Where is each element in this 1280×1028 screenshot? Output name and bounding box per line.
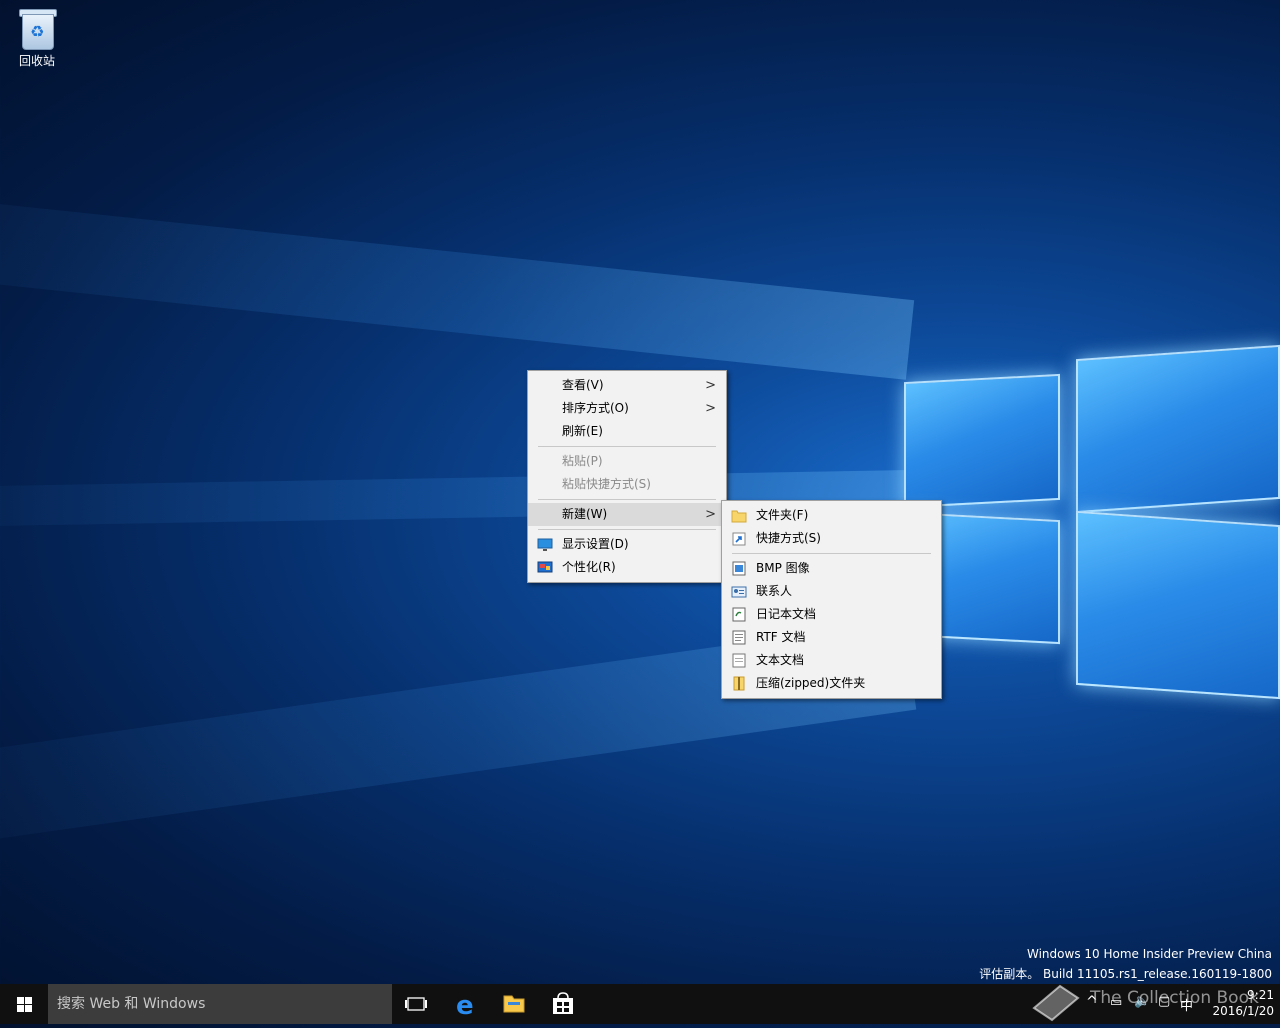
submenu-item-contact[interactable]: 联系人 (722, 580, 941, 603)
windows-logo-icon (17, 997, 24, 1004)
store-button[interactable] (539, 984, 587, 1024)
journal-icon (732, 607, 746, 622)
menu-item-new[interactable]: 新建(W) > (528, 503, 726, 526)
recycle-bin[interactable]: ♻ 回收站 (10, 6, 64, 69)
menu-item-label: 个性化(R) (562, 560, 616, 574)
svg-text:e: e (456, 991, 474, 1021)
file-explorer-button[interactable] (490, 984, 538, 1024)
watermark-line2: 评估副本。 Build 11105.rs1_release.160119-180… (979, 967, 1272, 981)
menu-item-label: 查看(V) (562, 378, 604, 392)
watermark-line1: Windows 10 Home Insider Preview China (1027, 947, 1272, 961)
menu-item-paste-shortcut: 粘贴快捷方式(S) (528, 473, 726, 496)
logo-pane (904, 373, 1060, 509)
menu-item-label: 显示设置(D) (562, 537, 629, 551)
folder-icon (731, 510, 747, 523)
taskbar-search-box[interactable]: 搜索 Web 和 Windows (48, 984, 392, 1024)
submenu-item-label: RTF 文档 (756, 630, 806, 644)
submenu-item-text[interactable]: 文本文档 (722, 649, 941, 672)
windows-logo-icon (25, 1005, 32, 1012)
submenu-item-folder[interactable]: 文件夹(F) (722, 504, 941, 527)
new-submenu: 文件夹(F) 快捷方式(S) BMP 图像 联系人 日记本文档 RTF 文档 文… (721, 500, 942, 699)
rtf-document-icon (732, 630, 746, 645)
display-icon (537, 538, 553, 551)
recycle-bin-label: 回收站 (18, 54, 55, 68)
submenu-item-label: 快捷方式(S) (756, 531, 821, 545)
menu-item-label: 新建(W) (562, 507, 608, 521)
menu-item-view[interactable]: 查看(V) > (528, 374, 726, 397)
task-view-button[interactable] (392, 984, 440, 1024)
chevron-right-icon: > (705, 401, 716, 416)
menu-separator (538, 529, 716, 530)
submenu-item-rtf[interactable]: RTF 文档 (722, 626, 941, 649)
store-icon (553, 992, 573, 1014)
menu-item-sort-by[interactable]: 排序方式(O) > (528, 397, 726, 420)
recycle-bin-icon: ♻ (18, 6, 57, 50)
menu-item-label: 刷新(E) (562, 424, 603, 438)
overlay-brand-text: The Collection Book (1090, 988, 1259, 1008)
edge-browser-button[interactable]: e (442, 984, 490, 1024)
chevron-right-icon: > (705, 378, 716, 393)
menu-separator (732, 553, 931, 554)
folder-icon (503, 995, 525, 1013)
menu-separator (538, 446, 716, 447)
windows-logo-icon (25, 997, 32, 1004)
submenu-item-shortcut[interactable]: 快捷方式(S) (722, 527, 941, 550)
desktop-context-menu: 查看(V) > 排序方式(O) > 刷新(E) 粘贴(P) 粘贴快捷方式(S) … (527, 370, 727, 583)
task-view-icon (405, 997, 427, 1011)
submenu-item-label: 文件夹(F) (756, 508, 809, 522)
zip-folder-icon (733, 676, 745, 691)
submenu-item-journal[interactable]: 日记本文档 (722, 603, 941, 626)
contact-icon (731, 586, 747, 598)
menu-item-personalize[interactable]: 个性化(R) (528, 556, 726, 579)
personalize-icon (537, 561, 553, 573)
edge-icon: e (456, 991, 474, 1021)
chevron-right-icon: > (705, 507, 716, 522)
submenu-item-zip[interactable]: 压缩(zipped)文件夹 (722, 672, 941, 695)
menu-item-label: 排序方式(O) (562, 401, 629, 415)
submenu-item-label: 压缩(zipped)文件夹 (756, 676, 866, 690)
wallpaper-windows-logo (900, 330, 1280, 710)
menu-item-paste: 粘贴(P) (528, 450, 726, 473)
menu-item-display-settings[interactable]: 显示设置(D) (528, 533, 726, 556)
text-document-icon (732, 653, 746, 668)
logo-pane (1076, 510, 1280, 700)
build-watermark: Windows 10 Home Insider Preview China 评估… (979, 944, 1272, 984)
bmp-image-icon (732, 561, 746, 576)
submenu-item-label: BMP 图像 (756, 561, 810, 575)
windows-logo-icon (17, 1005, 24, 1012)
wallpaper-beam (0, 184, 915, 380)
menu-item-refresh[interactable]: 刷新(E) (528, 420, 726, 443)
shortcut-icon (732, 532, 746, 546)
book-logo-icon (1032, 984, 1080, 1022)
search-placeholder: 搜索 Web 和 Windows (57, 996, 206, 1012)
submenu-item-label: 文本文档 (756, 653, 805, 667)
taskbar: 搜索 Web 和 Windows e ^ ▭ 🔈 ▢ 中 9:21 2016/1… (0, 984, 1280, 1024)
submenu-item-bmp[interactable]: BMP 图像 (722, 557, 941, 580)
logo-pane (1076, 344, 1280, 514)
submenu-item-label: 日记本文档 (756, 607, 817, 621)
submenu-item-label: 联系人 (756, 584, 793, 598)
start-button[interactable] (0, 984, 48, 1024)
menu-separator (538, 499, 716, 500)
menu-item-label: 粘贴快捷方式(S) (562, 477, 651, 491)
menu-item-label: 粘贴(P) (562, 454, 603, 468)
